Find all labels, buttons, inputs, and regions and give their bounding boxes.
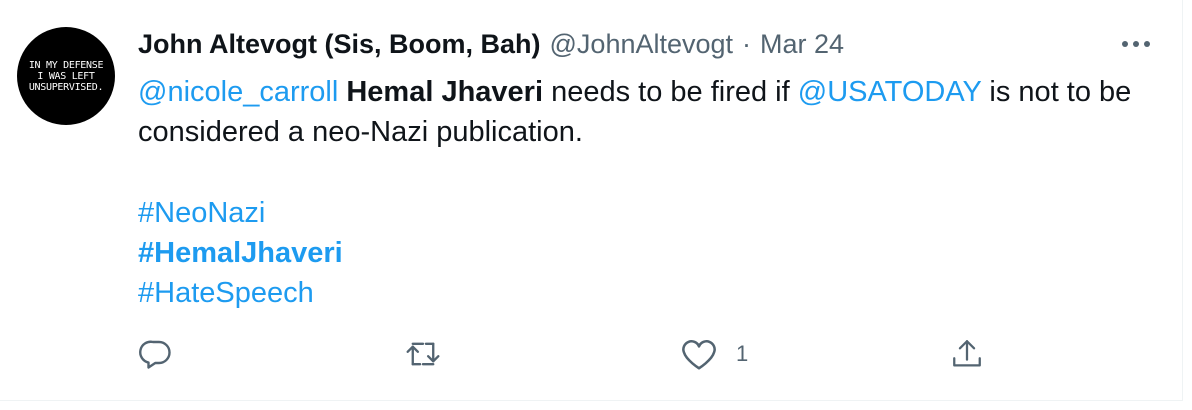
avatar-text-line: IN MY DEFENSE [28, 59, 104, 71]
tweet-date[interactable]: Mar 24 [760, 29, 844, 60]
tweet-header: John Altevogt (Sis, Boom, Bah) @JohnAlte… [138, 26, 1142, 62]
reply-icon [138, 336, 174, 372]
tweet[interactable]: IN MY DEFENSE I WAS LEFT UNSUPERVISED. J… [0, 0, 1183, 401]
author-name[interactable]: John Altevogt (Sis, Boom, Bah) [138, 29, 541, 60]
tweet-text-bold: Hemal Jhaveri [346, 76, 544, 108]
avatar-text-line: I WAS LEFT [37, 70, 95, 82]
like-count: 1 [736, 341, 749, 366]
hashtag-link[interactable]: #HemalJhaveri [138, 233, 343, 273]
action-bar: 1 [138, 334, 998, 374]
retweet-icon [404, 336, 442, 372]
retweet-button[interactable] [404, 334, 442, 374]
more-options-button[interactable] [1116, 30, 1156, 58]
mention-link[interactable]: @USATODAY [798, 76, 982, 108]
share-icon [950, 336, 984, 372]
avatar-text-line: UNSUPERVISED. [28, 81, 104, 93]
hashtag-link[interactable]: #HateSpeech [138, 273, 343, 313]
like-button[interactable]: 1 [680, 334, 748, 374]
author-handle[interactable]: @JohnAltevogt [550, 29, 734, 60]
heart-icon [680, 336, 718, 372]
mention-link[interactable]: @nicole_carroll [138, 76, 338, 108]
tweet-text-segment: needs to be fired if [543, 76, 798, 108]
hashtag-link[interactable]: #NeoNazi [138, 193, 343, 233]
tweet-text: @nicole_carroll Hemal Jhaveri needs to b… [138, 72, 1148, 152]
avatar[interactable]: IN MY DEFENSE I WAS LEFT UNSUPERVISED. [17, 27, 115, 125]
separator-dot: · [742, 28, 752, 59]
hashtag-list: #NeoNazi #HemalJhaveri #HateSpeech [138, 193, 343, 313]
share-button[interactable] [950, 334, 984, 374]
reply-button[interactable] [138, 334, 174, 374]
more-horizontal-icon [1121, 40, 1151, 48]
